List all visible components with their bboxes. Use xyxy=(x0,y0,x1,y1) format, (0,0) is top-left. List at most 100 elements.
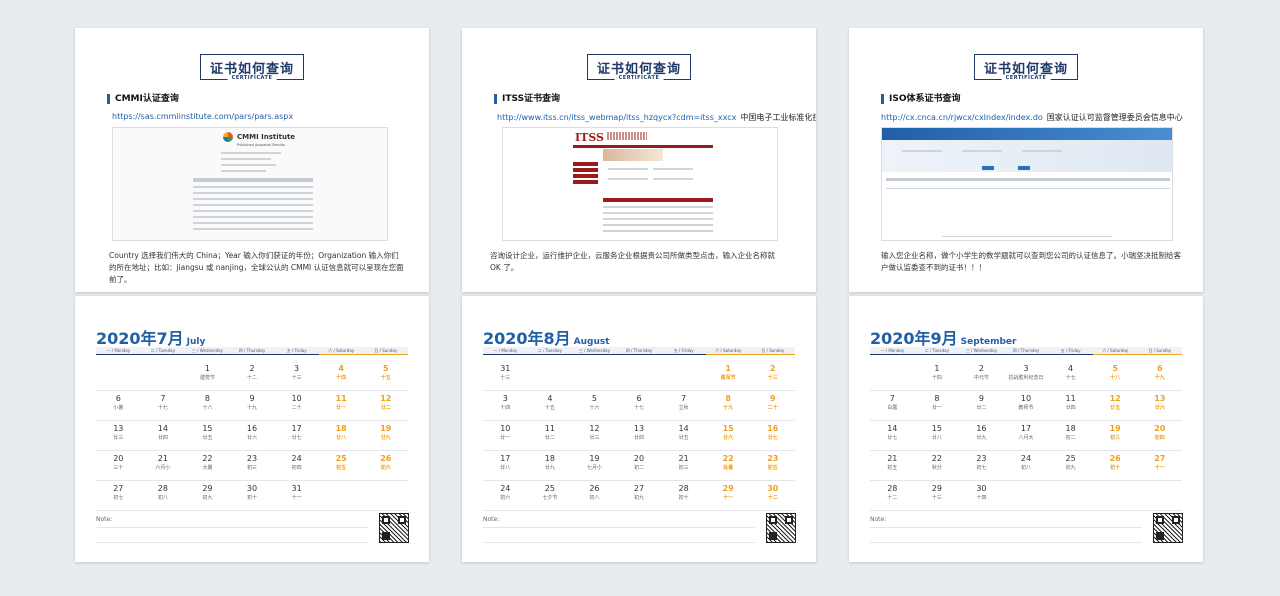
calendar-day: 24 初六 xyxy=(483,481,528,510)
lunar-date: 教师节 xyxy=(1018,405,1034,411)
calendar-day: 31 十一 xyxy=(274,481,319,510)
weekday-label: 日 / Sunday xyxy=(1137,347,1183,355)
calendar-day: 30 十二 xyxy=(750,481,795,510)
calendar-day: 30 初十 xyxy=(230,481,275,510)
day-number: 30 xyxy=(976,484,987,493)
calendar-day: 21 六月小 xyxy=(141,451,186,480)
lunar-date: 抗战胜利纪念日 xyxy=(1008,375,1044,381)
lunar-date: 廿五 xyxy=(202,435,213,441)
weekday-header: 一 / Monday 二 / Tuesday 三 / Wednesday 四 / Th… xyxy=(870,347,1183,355)
calendar-day: 29 初九 xyxy=(185,481,230,510)
certificate-card-itss: 证书如何查询 CERTIFICATE ITSS证书查询 http://www.i… xyxy=(462,28,816,292)
weekday-label: 三 / Wednesday xyxy=(572,347,617,355)
calendar-day: 17 八月大 xyxy=(1004,421,1049,450)
lunar-date: 处暑 xyxy=(723,465,734,471)
weekday-label: 一 / Monday xyxy=(96,347,141,355)
calendar-day: 5 十八 xyxy=(1093,361,1138,390)
lunar-date: 十三 xyxy=(931,495,942,501)
lunar-date: 十三 xyxy=(767,375,778,381)
lunar-date: 秋分 xyxy=(931,465,942,471)
lunar-date: 初二 xyxy=(634,465,645,471)
day-number: 9 xyxy=(978,394,984,403)
lookup-url-link[interactable]: http://www.itss.cn/itss_webmap/itss_hzqy… xyxy=(497,112,816,123)
day-number: 12 xyxy=(1109,394,1121,403)
lunar-date: 十六 xyxy=(589,405,600,411)
certificate-title: 证书如何查询 xyxy=(983,61,1068,77)
lunar-date: 初七 xyxy=(976,465,987,471)
calendar-day: 28 初八 xyxy=(141,481,186,510)
calendar-day: 26 初十 xyxy=(1093,451,1138,480)
calendar-day-empty xyxy=(96,361,141,390)
lunar-date: 廿八 xyxy=(931,435,942,441)
day-number: 21 xyxy=(678,454,689,463)
calendar-title: 2020年9月 September xyxy=(870,329,1017,348)
lunar-date: 初八 xyxy=(589,495,600,501)
day-number: 6 xyxy=(115,394,121,403)
lunar-date: 七月小 xyxy=(586,465,602,471)
cmmi-logo-subtitle: Published Appraisal Results xyxy=(237,143,286,147)
certificate-title: 证书如何查询 xyxy=(596,61,681,77)
section-heading: ITSS证书查询 xyxy=(494,94,560,104)
lunar-date: 十八 xyxy=(1110,375,1121,381)
note-line xyxy=(870,527,1142,528)
day-number: 26 xyxy=(380,454,392,463)
lunar-date: 初二 xyxy=(1065,435,1076,441)
day-number: 14 xyxy=(157,424,168,433)
lunar-date: 廿四 xyxy=(634,435,645,441)
calendar-day: 1 建党节 xyxy=(185,361,230,390)
lunar-date: 廿七 xyxy=(767,435,778,441)
calendar-day: 12 廿三 xyxy=(572,421,617,450)
day-number: 1 xyxy=(934,364,940,373)
calendar-day: 11 廿四 xyxy=(1048,391,1093,420)
calendar-week-row: 1 十四 2 中元节 3 抗战胜利纪念日 4 十七 5 十八 6 十九 xyxy=(870,361,1182,391)
calendar-day-empty xyxy=(1093,481,1138,510)
calendar-day: 1 建军节 xyxy=(706,361,751,390)
lunar-date: 七夕节 xyxy=(542,495,558,501)
calendar-week-row: 3 十四 4 十五 5 十六 6 十七 7 立秋 8 十九 9 二十 xyxy=(483,391,795,421)
calendar-day: 18 廿九 xyxy=(528,451,573,480)
calendar-day: 14 廿五 xyxy=(661,421,706,450)
lookup-url-link[interactable]: http://cx.cnca.cn/rjwcx/cxIndex/index.do… xyxy=(881,112,1183,123)
calendar-day: 6 十九 xyxy=(1137,361,1182,390)
calendar-day: 1 十四 xyxy=(915,361,960,390)
lunar-date: 初八 xyxy=(1021,465,1032,471)
calendar-day-empty xyxy=(1048,481,1093,510)
day-number: 27 xyxy=(1154,454,1166,463)
day-number: 9 xyxy=(249,394,255,403)
weekday-label: 四 / Thursday xyxy=(616,347,662,355)
day-number: 13 xyxy=(1154,394,1166,403)
day-number: 27 xyxy=(113,484,124,493)
calendar-day: 2 十三 xyxy=(750,361,795,390)
certificate-subtitle: CERTIFICATE xyxy=(614,75,664,81)
lunar-date: 廿二 xyxy=(380,405,391,411)
calendar-day: 15 廿五 xyxy=(185,421,230,450)
day-number: 6 xyxy=(636,394,642,403)
day-number: 16 xyxy=(767,424,779,433)
day-number: 28 xyxy=(887,484,898,493)
calendar-day: 26 初六 xyxy=(363,451,408,480)
calendar-day: 18 初二 xyxy=(1048,421,1093,450)
lunar-date: 初五 xyxy=(767,465,778,471)
lunar-date: 廿九 xyxy=(544,465,555,471)
lunar-date: 小暑 xyxy=(113,405,124,411)
day-number: 19 xyxy=(380,424,392,433)
calendar-day: 13 廿四 xyxy=(617,421,662,450)
lunar-date: 十二 xyxy=(887,495,898,501)
calendar-day: 9 廿二 xyxy=(959,391,1004,420)
note-label: Note: xyxy=(483,516,500,523)
weekday-label: 日 / Sunday xyxy=(363,347,409,355)
calendar-grid: 1 建党节 2 十二 3 十三 4 十四 5 十五 6 小暑 7 十七 8 十八 9 十九 10 二十 11 廿一 12 廿二… xyxy=(96,361,408,511)
lunar-date: 廿七 xyxy=(887,435,898,441)
calendar-day-empty xyxy=(363,481,408,510)
calendar-day: 4 十四 xyxy=(319,361,364,390)
lookup-url-link[interactable]: https://sas.cmmiinstitute.com/pars/pars.… xyxy=(112,112,293,121)
day-number: 20 xyxy=(633,454,645,463)
lunar-date: 十四 xyxy=(336,375,347,381)
calendar-day: 23 初五 xyxy=(750,451,795,480)
calendar-day: 16 廿九 xyxy=(959,421,1004,450)
lunar-date: 十七 xyxy=(634,405,645,411)
day-number: 11 xyxy=(335,394,347,403)
day-number: 30 xyxy=(767,484,779,493)
calendar-day: 6 小暑 xyxy=(96,391,141,420)
day-number: 5 xyxy=(591,394,597,403)
